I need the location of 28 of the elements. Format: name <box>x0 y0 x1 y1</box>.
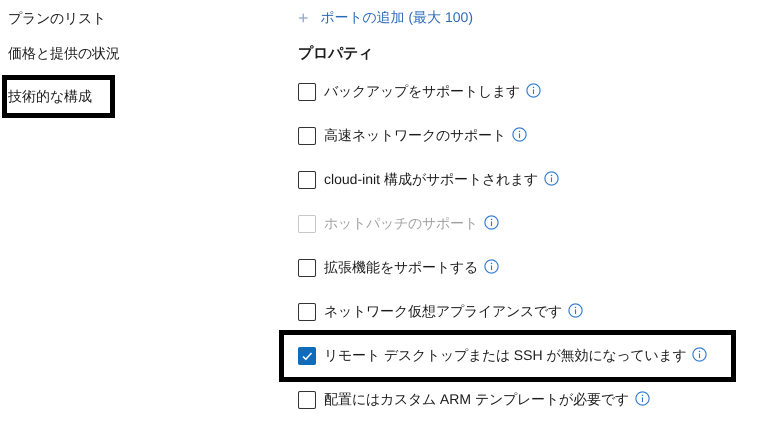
checkbox[interactable] <box>298 171 316 189</box>
checkbox-label: ホットパッチのサポート <box>324 215 478 233</box>
section-heading: プロパティ <box>298 44 374 64</box>
info-icon[interactable] <box>512 126 527 142</box>
info-icon[interactable] <box>568 302 583 318</box>
checkbox-label: リモート デスクトップまたは SSH が無効になっています <box>324 347 686 365</box>
nav-item[interactable]: プランのリスト <box>8 8 298 28</box>
checkbox-label: バックアップをサポートします <box>324 83 520 101</box>
checkbox[interactable] <box>298 391 316 409</box>
info-icon[interactable] <box>484 258 499 274</box>
checkbox-label: 拡張機能をサポートする <box>324 259 478 277</box>
checkbox-label: 配置にはカスタム ARM テンプレートが必要です <box>324 391 629 409</box>
add-port-link[interactable]: + ポートの追加 (最大 100) <box>298 8 473 28</box>
checkbox-label: cloud-init 構成がサポートされます <box>324 171 538 189</box>
nav-item[interactable]: 価格と提供の状況 <box>8 43 298 63</box>
checkbox-label: 高速ネットワークのサポート <box>324 127 506 145</box>
checkbox[interactable] <box>298 347 316 365</box>
checkbox-label: ネットワーク仮想アプライアンスです <box>324 303 562 321</box>
info-icon[interactable] <box>634 390 650 406</box>
info-icon[interactable] <box>526 82 541 98</box>
checkbox[interactable] <box>298 303 316 321</box>
info-icon[interactable] <box>544 170 559 186</box>
info-icon[interactable] <box>692 346 708 362</box>
nav-item[interactable]: 技術的な構成 <box>2 75 115 118</box>
checkbox[interactable] <box>298 259 316 277</box>
checkbox[interactable] <box>298 83 316 101</box>
checkbox[interactable] <box>298 127 316 145</box>
checkmark-icon <box>301 350 313 362</box>
